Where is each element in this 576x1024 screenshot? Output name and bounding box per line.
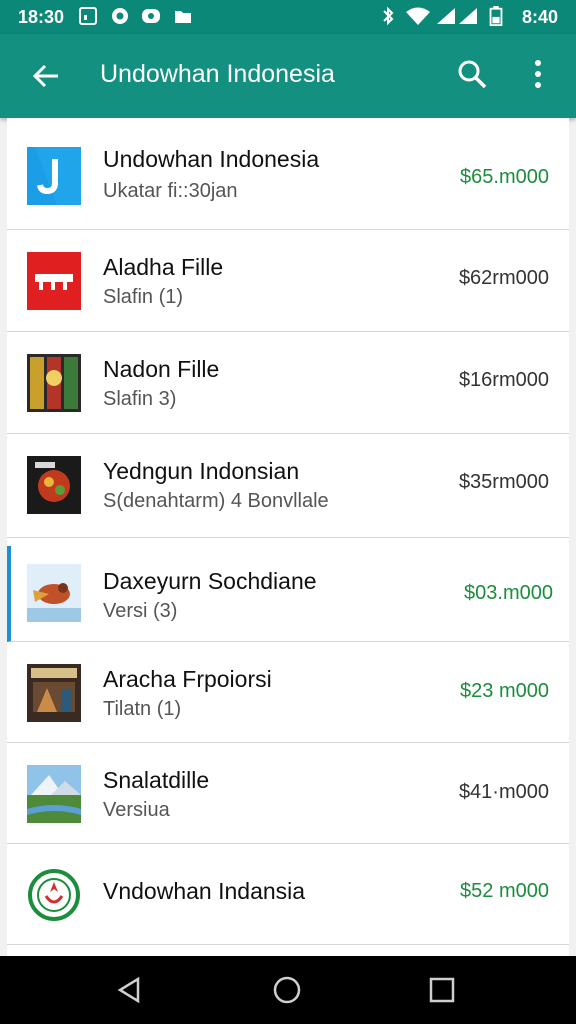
item-name: Undowhan Indonesia — [103, 146, 320, 172]
list-item-selected[interactable]: Daxeyurn Sochdiane Versi (3) $03.m000 — [7, 546, 569, 642]
item-subtitle: Ukatar fi::30jan — [103, 180, 238, 202]
item-name: Aracha Frpoiorsi — [103, 666, 272, 692]
item-name: Nadon Fille — [103, 356, 220, 382]
item-name: Snalatdille — [103, 767, 210, 793]
status-clock: 8:40 — [521, 7, 558, 27]
more-options-icon[interactable] — [526, 58, 550, 92]
item-subtitle: Slafin 3) — [103, 388, 177, 410]
app-logo-icon — [27, 147, 81, 205]
item-name: Aladha Fille — [103, 254, 224, 280]
back-arrow-icon[interactable] — [30, 60, 62, 92]
food-thumbnail-icon — [27, 456, 81, 514]
item-subtitle: Slafin (1) — [103, 286, 184, 308]
movie-poster-icon — [27, 664, 81, 722]
status-bar: 18:30 8:40 — [0, 0, 576, 34]
media-icon — [142, 9, 160, 23]
screenshot-icon — [79, 7, 97, 25]
bluetooth-icon — [383, 6, 394, 26]
back-nav-icon[interactable] — [114, 974, 146, 1006]
app-bar: Undowhan Indonesia — [0, 34, 576, 118]
item-price: $35rm000 — [458, 471, 549, 493]
folder-icon — [175, 11, 191, 23]
item-name: Vndowhan Indansia — [103, 878, 306, 904]
brand-logo-icon — [27, 252, 81, 310]
item-price: $41·m000 — [458, 781, 549, 803]
list-item[interactable]: Snalatdille Versiua $41·m000 — [7, 743, 569, 844]
item-price: $52 m000 — [460, 880, 549, 902]
status-time: 18:30 — [18, 7, 65, 27]
item-price: $16rm000 — [458, 369, 549, 391]
item-subtitle: S(denahtarm) 4 Bonvllale — [103, 490, 329, 512]
list-item[interactable]: Vndowhan Indansia $52 m000 — [7, 844, 569, 945]
list-item[interactable]: Yedngun Indonsian S(denahtarm) 4 Bonvlla… — [7, 434, 569, 538]
item-subtitle: Tilatn (1) — [103, 698, 182, 720]
sync-icon — [112, 8, 128, 24]
navigation-bar — [0, 956, 576, 1024]
list-item[interactable]: Undowhan Indonesia Ukatar fi::30jan $65.… — [7, 118, 569, 230]
item-price: $62rm000 — [458, 267, 549, 289]
item-name: Yedngun Indonsian — [103, 458, 300, 484]
item-price: $03.m000 — [464, 582, 553, 604]
item-price: $65.m000 — [460, 166, 549, 188]
item-list: Undowhan Indonesia Ukatar fi::30jan $65.… — [7, 118, 569, 956]
poster-thumbnail-icon — [27, 354, 81, 412]
list-item[interactable]: Aracha Frpoiorsi Tilatn (1) $23 m000 — [7, 642, 569, 743]
signal-icon — [437, 8, 477, 24]
item-subtitle: Versiua — [103, 799, 170, 821]
page-title: Undowhan Indonesia — [100, 60, 335, 88]
item-price: $23 m000 — [460, 680, 549, 702]
list-item[interactable]: Nadon Fille Slafin 3) $16rm000 — [7, 332, 569, 434]
list-item[interactable]: Aladha Fille Slafin (1) $62rm000 — [7, 230, 569, 332]
wifi-icon — [406, 7, 430, 25]
recents-nav-icon[interactable] — [426, 974, 458, 1006]
item-subtitle: Versi (3) — [103, 600, 178, 622]
bird-thumbnail-icon — [27, 564, 81, 622]
emblem-logo-icon — [28, 869, 80, 921]
home-nav-icon[interactable] — [271, 974, 303, 1006]
landscape-thumbnail-icon — [27, 765, 81, 823]
search-icon[interactable] — [456, 58, 488, 90]
item-name: Daxeyurn Sochdiane — [103, 568, 317, 594]
battery-icon — [489, 6, 503, 26]
